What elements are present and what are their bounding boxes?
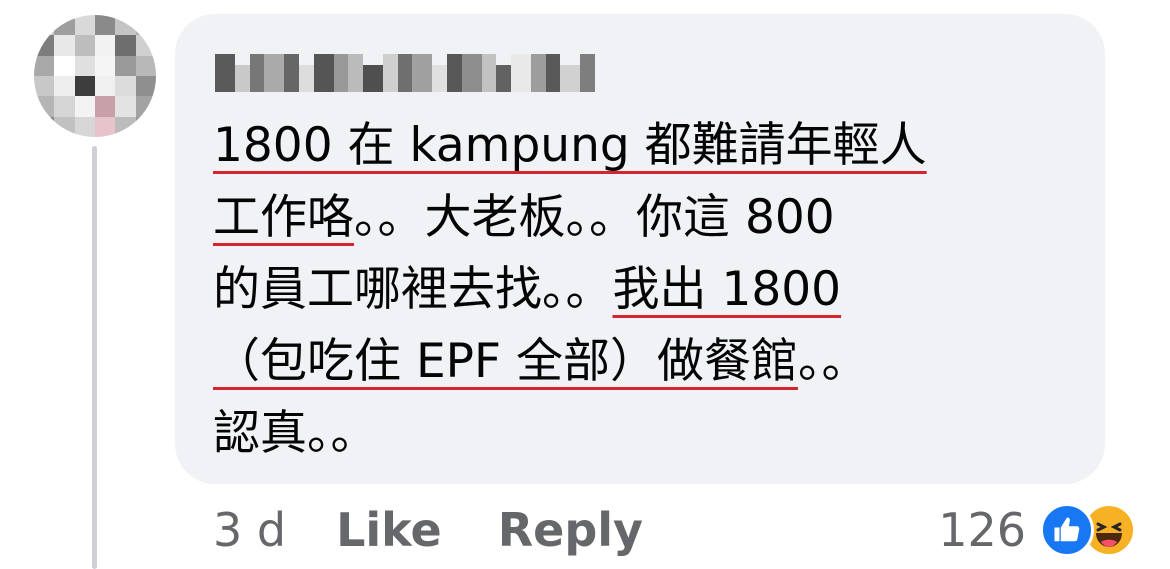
- avatar-pixel: [115, 76, 136, 97]
- like-icon: [1040, 503, 1094, 557]
- avatar-pixel: [54, 55, 75, 76]
- author-name-pixel: [560, 65, 581, 92]
- avatar-pixel: [95, 76, 116, 97]
- avatar-pixel: [74, 116, 95, 137]
- avatar-pixel: [135, 35, 156, 56]
- author-name-pixel: [383, 54, 398, 92]
- avatar-pixel: [54, 35, 75, 56]
- underlined-text: 工作咯: [213, 190, 354, 245]
- author-name-pixel: [496, 65, 511, 92]
- author-name-pixel: [362, 65, 384, 92]
- avatar-pixel: [95, 96, 116, 117]
- avatar-pixel: [34, 55, 55, 76]
- author-name-pixel: [348, 54, 363, 92]
- timestamp[interactable]: 3 d: [213, 503, 286, 557]
- avatar-pixel: [135, 55, 156, 76]
- avatar-pixel: [115, 116, 136, 137]
- like-button[interactable]: Like: [336, 503, 442, 557]
- avatar-pixel: [54, 96, 75, 117]
- avatar-pixel: [135, 76, 156, 97]
- avatar-pixel: [74, 55, 95, 76]
- avatar-pixel: [115, 55, 136, 76]
- avatar-pixel: [54, 116, 75, 137]
- avatar-pixel: [34, 116, 55, 137]
- author-name-pixel: [432, 65, 447, 92]
- author-name-pixel: [510, 54, 531, 92]
- reactions-summary[interactable]: 126: [938, 500, 1136, 560]
- author-name-pixel: [299, 65, 314, 92]
- author-name-pixel: [481, 54, 497, 92]
- avatar-pixel: [34, 96, 55, 117]
- avatar-pixel: [34, 76, 55, 97]
- avatar-pixel: [34, 35, 55, 56]
- avatar[interactable]: [34, 15, 156, 137]
- author-name-pixel: [333, 54, 349, 92]
- comment-actions: 3 d Like Reply: [213, 500, 699, 560]
- author-name[interactable]: [215, 54, 595, 92]
- avatar-pixel: [135, 15, 156, 36]
- avatar-pixel: [135, 96, 156, 117]
- comment-bubble: 1800 在 kampung 都難請年輕人 工作咯。。大老板。。你這 800 的員工…: [175, 14, 1105, 484]
- avatar-pixel: [74, 15, 95, 36]
- reply-button[interactable]: Reply: [498, 503, 643, 557]
- author-name-pixel: [446, 54, 462, 92]
- comment-text-segment: 。。: [797, 334, 869, 389]
- author-name-pixel: [215, 54, 236, 92]
- author-name-pixel: [545, 54, 561, 92]
- author-name-pixel: [313, 54, 334, 92]
- comment-line: 的員工哪裡去找。。我出 1800: [213, 254, 1083, 326]
- underlined-text: （包吃住 EPF 全部）做餐館: [213, 334, 798, 389]
- author-name-pixel: [530, 54, 546, 92]
- avatar-pixel: [95, 55, 116, 76]
- author-name-pixel: [284, 54, 300, 92]
- comment-text-segment: 認真。。: [213, 406, 378, 461]
- author-name-pixel: [235, 65, 250, 92]
- comment-line: 工作咯。。大老板。。你這 800: [213, 182, 1083, 254]
- avatar-pixel: [115, 35, 136, 56]
- author-name-pixel: [264, 54, 285, 92]
- comment-line: （包吃住 EPF 全部）做餐館。。: [213, 326, 1083, 398]
- avatar-pixel: [34, 15, 55, 36]
- author-name-pixel: [249, 54, 265, 92]
- comment-text-segment: 的員工哪裡去找。。: [213, 262, 613, 317]
- underlined-text: 我出 1800: [612, 262, 842, 317]
- author-name-pixel: [412, 54, 433, 92]
- underlined-text: 1800 在 kampung 都難請年輕人: [213, 118, 927, 173]
- avatar-pixel: [54, 15, 75, 36]
- avatar-pixel: [115, 96, 136, 117]
- avatar-pixel: [115, 15, 136, 36]
- author-name-pixel: [580, 54, 595, 92]
- author-name-pixel: [461, 54, 482, 92]
- avatar-pixel: [135, 116, 156, 137]
- comment-text: 1800 在 kampung 都難請年輕人 工作咯。。大老板。。你這 800 的員工…: [213, 110, 1083, 470]
- avatar-pixel: [74, 76, 95, 97]
- author-name-pixel: [397, 54, 413, 92]
- reaction-count: 126: [938, 503, 1026, 557]
- avatar-pixel: [95, 116, 116, 137]
- avatar-pixel: [74, 96, 95, 117]
- comment-text-segment: 。。大老板。。你這 800: [354, 190, 835, 245]
- avatar-pixel: [74, 35, 95, 56]
- thread-line: [92, 146, 97, 569]
- avatar-pixel: [54, 76, 75, 97]
- comment-line: 認真。。: [213, 398, 1083, 470]
- avatar-pixel: [95, 35, 116, 56]
- comment-line: 1800 在 kampung 都難請年輕人: [213, 110, 1083, 182]
- avatar-pixel: [95, 15, 116, 36]
